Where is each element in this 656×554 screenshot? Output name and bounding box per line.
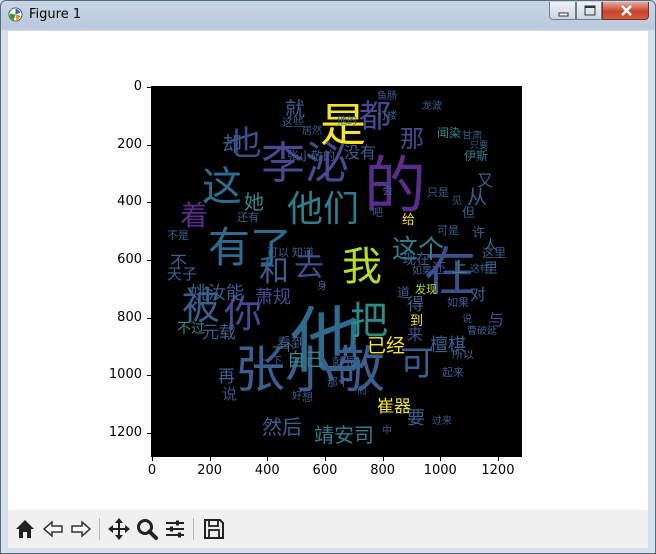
- y-tick-mark: [147, 259, 151, 261]
- y-tick-mark: [147, 375, 151, 377]
- title-bar[interactable]: Figure 1: [1, 1, 655, 29]
- y-tick-mark: [147, 432, 151, 434]
- pan-icon[interactable]: [106, 516, 132, 542]
- maximize-button[interactable]: [576, 2, 602, 20]
- minimize-icon: [558, 12, 569, 17]
- save-icon[interactable]: [201, 516, 227, 542]
- x-tick-mark: [209, 457, 211, 461]
- toolbar-separator: [193, 518, 194, 540]
- zoom-icon[interactable]: [134, 516, 160, 542]
- x-tick-mark: [497, 457, 499, 461]
- y-tick-mark: [147, 317, 151, 319]
- home-icon[interactable]: [12, 516, 38, 542]
- close-button[interactable]: [602, 2, 649, 20]
- toolbar-separator: [99, 518, 100, 540]
- y-tick-mark: [147, 87, 151, 88]
- x-tick-mark: [152, 457, 153, 461]
- matplotlib-app-icon: [8, 7, 23, 22]
- y-tick-label: 200: [117, 136, 142, 152]
- y-tick-label: 600: [117, 251, 142, 267]
- navigation-toolbar: [8, 510, 648, 548]
- y-tick-mark: [147, 144, 151, 146]
- maximize-icon: [584, 5, 596, 16]
- x-tick-label: 400: [254, 463, 280, 478]
- y-tick-label: 0: [133, 79, 142, 94]
- x-tick-label: 600: [312, 463, 338, 478]
- x-tick-mark: [382, 457, 384, 461]
- x-tick-label: 1000: [423, 463, 457, 478]
- y-tick-label: 400: [117, 194, 142, 210]
- minimize-button[interactable]: [549, 2, 576, 20]
- x-tick-label: 800: [370, 463, 396, 478]
- close-icon: [621, 5, 632, 16]
- y-tick-label: 1200: [108, 424, 142, 440]
- x-tick-label: 200: [197, 463, 223, 478]
- x-tick-label: 0: [147, 463, 157, 478]
- back-arrow-icon[interactable]: [40, 516, 66, 542]
- x-tick-mark: [440, 457, 442, 461]
- y-tick-mark: [147, 202, 151, 204]
- window-title: Figure 1: [29, 7, 82, 22]
- x-tick-mark: [267, 457, 269, 461]
- x-tick-label: 1200: [481, 463, 515, 478]
- forward-arrow-icon[interactable]: [68, 516, 94, 542]
- axes-frame: [151, 86, 522, 457]
- y-tick-label: 800: [117, 309, 142, 325]
- configure-subplots-icon[interactable]: [162, 516, 188, 542]
- x-tick-mark: [324, 457, 326, 461]
- y-tick-label: 1000: [108, 367, 142, 383]
